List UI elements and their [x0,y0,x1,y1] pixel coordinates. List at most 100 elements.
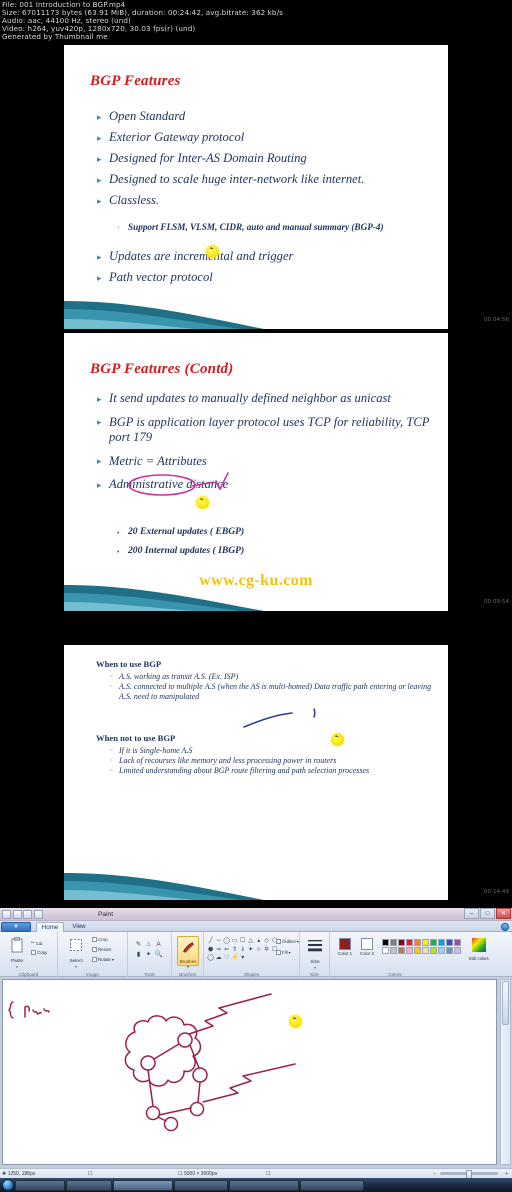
cursor-position-icon: ✚ [2,1170,7,1177]
size-button[interactable]: Size ▾ [306,938,324,970]
palette-swatch[interactable] [397,939,406,947]
shape-up-arrow-icon[interactable]: ⇑ [231,946,239,954]
fill-icon[interactable]: ♨ [144,940,153,949]
color-2-swatch[interactable]: Color 2 [357,938,377,956]
palette-swatch[interactable] [445,946,454,955]
zoom-in-button[interactable]: + [505,1171,508,1177]
copy-button[interactable]: Copy [31,950,47,955]
shape-left-arrow-icon[interactable]: ⇐ [223,946,231,954]
tab-view[interactable]: View [66,922,92,932]
magnifier-icon[interactable]: 🔍 [154,950,163,959]
eraser-icon[interactable]: ▮ [134,950,143,959]
shape-diamond-icon[interactable]: ◇ [263,937,271,945]
shape-right-arrow-icon[interactable]: ⇒ [215,946,223,954]
selection-size-icon: ☐ [88,1170,93,1177]
color-1-swatch[interactable]: Color 1 [335,938,355,956]
shape-down-arrow-icon[interactable]: ⇓ [239,946,247,954]
taskbar-item[interactable] [300,1179,364,1191]
shape-five-point-star-icon[interactable]: ☆ [255,946,263,954]
pencil-icon[interactable]: ✎ [134,940,143,949]
palette-swatch[interactable] [382,946,390,955]
palette-swatch[interactable] [429,946,438,955]
palette-swatch[interactable] [413,939,422,947]
shape-cloud-callout-icon[interactable]: ☁ [215,954,223,962]
shape-four-point-star-icon[interactable]: ✦ [247,946,255,954]
edit-colors-button[interactable]: Edit colors [467,938,491,962]
palette-swatch[interactable] [382,939,390,947]
paste-button[interactable]: Paste ▾ [6,937,28,969]
palette-swatch[interactable] [421,939,430,947]
tab-home[interactable]: Home [36,921,64,932]
shape-curve-icon[interactable]: ∽ [215,937,223,945]
palette-swatch[interactable] [421,946,430,955]
shapes-more-icon[interactable]: ▾ [239,954,247,962]
palette-swatch[interactable] [413,946,422,955]
shapes-gallery[interactable]: ╱ ∽ ◯ ▭ ☐ △ ▴ ◇ ⬠ ⬣ ⇒ ⇐ ⇑ ⇓ ✦ ☆ ✡ ☐ ◯ ☁ … [207,937,279,963]
undo-icon[interactable] [12,909,22,919]
zoom-in-icon[interactable]: + [505,1171,508,1177]
shape-oval-icon[interactable]: ◯ [223,937,231,945]
customize-qat-icon[interactable] [33,909,43,919]
list-item: Support FLSM, VLSM, CIDR, auto and manua… [116,222,426,233]
palette-swatch[interactable] [429,939,438,947]
colorpicker-icon[interactable]: ✦ [144,950,153,959]
scrollbar-thumb[interactable] [502,981,509,1025]
window-controls[interactable]: – □ ✕ [464,908,511,919]
minimize-button[interactable]: – [464,908,479,919]
shape-outline-button[interactable]: Outline ▾ [276,939,299,944]
help-icon[interactable] [501,922,509,931]
shape-triangle-icon[interactable]: △ [247,937,255,945]
maximize-button[interactable]: □ [480,908,495,919]
crop-icon [92,937,97,942]
quick-access-toolbar[interactable] [2,909,43,919]
palette-swatch[interactable] [389,939,398,947]
palette-swatch[interactable] [445,939,454,947]
save-icon[interactable] [2,909,11,919]
slide-1-title: BGP Features [90,73,181,89]
canvas-vertical-scrollbar[interactable] [500,979,511,1165]
tools-grid[interactable]: ✎ ♨ A ▮ ✦ 🔍 [134,940,163,959]
palette-swatch[interactable] [453,946,462,955]
taskbar-item[interactable] [66,1179,112,1191]
shape-oval-callout-icon[interactable]: ◯ [207,954,215,962]
shape-six-point-star-icon[interactable]: ✡ [263,946,271,954]
taskbar-item[interactable] [174,1179,228,1191]
shape-heart-icon[interactable]: ♡ [223,954,231,962]
color-palette[interactable] [382,939,462,955]
cut-button[interactable]: ✂ Cut [31,940,43,946]
taskbar-item[interactable] [15,1179,65,1191]
close-button[interactable]: ✕ [496,908,511,919]
taskbar-item[interactable] [229,1179,299,1191]
palette-swatch[interactable] [437,946,446,955]
zoom-out-icon[interactable]: − [433,1171,436,1177]
palette-swatch[interactable] [405,946,414,955]
palette-swatch[interactable] [389,946,398,955]
shape-lightning-icon[interactable]: ⚡ [231,954,239,962]
group-label-size: Size [310,971,319,977]
shape-right-triangle-icon[interactable]: ▴ [255,937,263,945]
shape-line-icon[interactable]: ╱ [207,937,215,945]
rotate-button[interactable]: Rotate ▾ [92,957,114,962]
shape-hexagon-icon[interactable]: ⬣ [207,946,215,954]
crop-button[interactable]: Crop [92,937,108,942]
shape-rounded-rectangle-icon[interactable]: ☐ [239,937,247,945]
brushes-button[interactable]: Brushes ▾ [177,936,199,969]
redo-icon[interactable] [23,909,32,919]
shape-fill-button[interactable]: Fill ▾ [276,950,291,955]
palette-swatch[interactable] [437,939,446,947]
text-icon[interactable]: A [154,940,163,949]
paint-app-menu-button[interactable]: ▼ [1,921,31,932]
rotate-label: Rotate [98,957,111,962]
shape-rectangle-icon[interactable]: ▭ [231,937,239,945]
palette-swatch[interactable] [397,946,406,955]
zoom-slider[interactable] [440,1169,498,1180]
taskbar-item[interactable] [113,1179,173,1191]
palette-swatch[interactable] [405,939,414,947]
windows-start-orb[interactable] [2,1179,14,1191]
palette-swatch[interactable] [453,939,462,947]
resize-button[interactable]: Resize [92,947,111,952]
zoom-out-button[interactable]: − [433,1171,436,1177]
status-canvas-size: ☐ 5000 × 3000px [178,1171,217,1177]
drawing-canvas[interactable] [2,979,497,1165]
select-button[interactable]: Select ▾ [64,937,88,969]
